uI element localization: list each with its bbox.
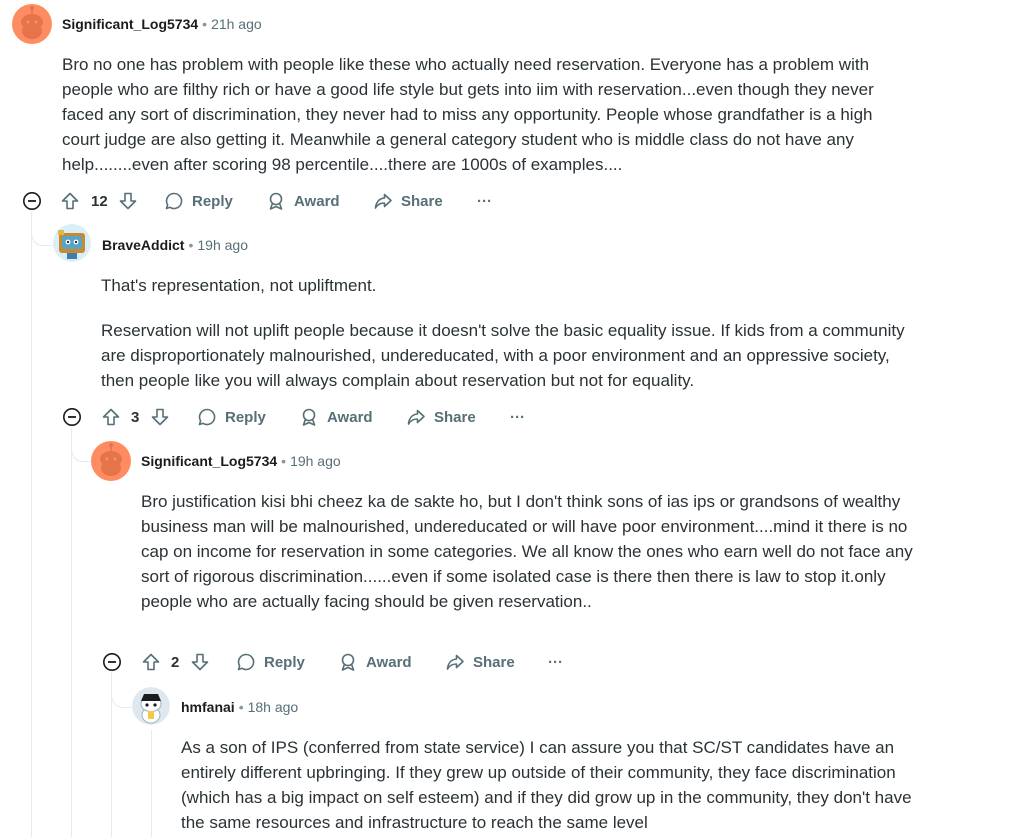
username-link[interactable]: Significant_Log5734 <box>62 16 198 32</box>
comment-actions: 2 Reply Award Share ··· <box>100 644 700 680</box>
downvote-button[interactable] <box>118 183 138 219</box>
comment-body: That's representation, not upliftment. R… <box>101 273 911 393</box>
timestamp[interactable]: 21h ago <box>211 16 262 32</box>
vote-count: 3 <box>131 408 140 426</box>
comment-paragraph: Bro justification kisi bhi cheez ka de s… <box>141 492 913 611</box>
comment-body: Bro justification kisi bhi cheez ka de s… <box>141 489 916 614</box>
share-button[interactable]: Share <box>373 183 443 219</box>
thread-line <box>31 212 32 837</box>
snoo-avatar-icon <box>100 443 122 476</box>
reply-button[interactable]: Reply <box>236 644 305 680</box>
vote-count: 2 <box>171 653 180 671</box>
reply-button[interactable]: Reply <box>164 183 233 219</box>
collapse-button[interactable] <box>102 652 122 672</box>
speech-bubble-icon <box>165 192 183 210</box>
downvote-button[interactable] <box>150 399 170 435</box>
downvote-button[interactable] <box>190 644 210 680</box>
comment-meta: BraveAddict • 19h ago <box>102 237 248 253</box>
minus-circle-icon <box>103 653 121 671</box>
avatar[interactable] <box>91 441 131 481</box>
avatar[interactable] <box>53 224 91 262</box>
more-options-button[interactable]: ··· <box>477 183 492 219</box>
share-button[interactable]: Share <box>445 644 515 680</box>
comment-paragraph: As a son of IPS (conferred from state se… <box>181 738 912 832</box>
username-link[interactable]: BraveAddict <box>102 237 184 253</box>
award-ribbon-icon <box>269 192 283 210</box>
reply-button[interactable]: Reply <box>197 399 266 435</box>
upvote-button[interactable] <box>141 644 161 680</box>
avatar[interactable] <box>12 4 52 44</box>
timestamp[interactable]: 18h ago <box>248 699 299 715</box>
comment-paragraph: Reservation will not uplift people becau… <box>101 321 905 390</box>
minus-circle-icon <box>23 192 41 210</box>
more-options-button[interactable]: ··· <box>548 644 563 680</box>
comment-meta: hmfanai • 18h ago <box>181 699 299 715</box>
avatar[interactable] <box>132 687 170 725</box>
username-link[interactable]: Significant_Log5734 <box>141 453 277 469</box>
comment-actions: 3 Reply Award Share ··· <box>60 399 660 435</box>
comment-paragraph: Bro no one has problem with people like … <box>62 55 874 174</box>
speech-bubble-icon <box>237 653 255 671</box>
award-ribbon-icon <box>341 653 355 671</box>
upvote-arrow-icon <box>142 653 160 671</box>
timestamp[interactable]: 19h ago <box>197 237 248 253</box>
downvote-arrow-icon <box>119 192 137 210</box>
downvote-arrow-icon <box>191 653 209 671</box>
upvote-button[interactable] <box>101 399 121 435</box>
comment-meta: Significant_Log5734 • 21h ago <box>62 16 262 32</box>
username-link[interactable]: hmfanai <box>181 699 235 715</box>
robot-avatar-icon <box>53 224 91 262</box>
collapse-button[interactable] <box>22 191 42 211</box>
award-button[interactable]: Award <box>299 399 373 435</box>
comment-meta: Significant_Log5734 • 19h ago <box>141 453 341 469</box>
share-arrow-icon <box>407 409 425 425</box>
thread-line <box>151 730 152 837</box>
collapse-button[interactable] <box>62 407 82 427</box>
snoo-avatar-icon <box>21 6 43 39</box>
snoo-avatar-icon <box>132 687 170 725</box>
thread-line <box>71 428 72 837</box>
speech-bubble-icon <box>198 408 216 426</box>
minus-circle-icon <box>63 408 81 426</box>
vote-count: 12 <box>91 192 108 210</box>
downvote-arrow-icon <box>151 408 169 426</box>
share-arrow-icon <box>446 654 464 670</box>
upvote-button[interactable] <box>60 183 80 219</box>
award-button[interactable]: Award <box>338 644 412 680</box>
comment-paragraph: That's representation, not upliftment. <box>101 276 377 295</box>
comment-body: Bro no one has problem with people like … <box>62 52 912 177</box>
award-button[interactable]: Award <box>266 183 340 219</box>
upvote-arrow-icon <box>61 192 79 210</box>
timestamp[interactable]: 19h ago <box>290 453 341 469</box>
upvote-arrow-icon <box>102 408 120 426</box>
more-options-button[interactable]: ··· <box>510 399 525 435</box>
comment-actions: 12 Reply Award Share ··· <box>20 183 620 219</box>
comment-body: As a son of IPS (conferred from state se… <box>181 735 916 835</box>
share-button[interactable]: Share <box>406 399 476 435</box>
award-ribbon-icon <box>302 408 316 426</box>
share-arrow-icon <box>374 193 392 209</box>
